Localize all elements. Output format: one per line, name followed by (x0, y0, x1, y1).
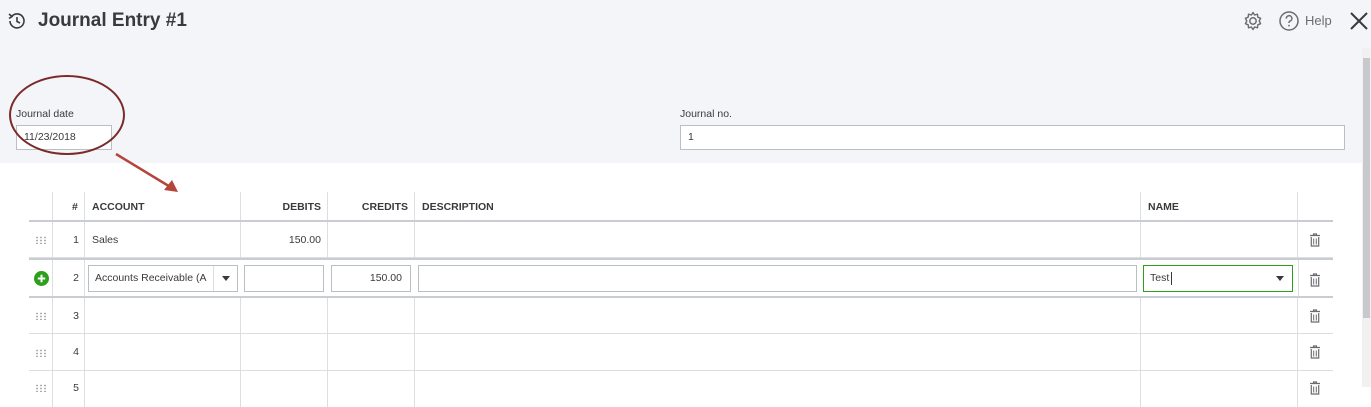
column-header-account: ACCOUNT (92, 201, 145, 213)
table-row[interactable]: 3 (29, 298, 1333, 334)
drag-handle-icon[interactable] (35, 312, 47, 320)
name-select[interactable]: Test (1143, 265, 1293, 292)
trash-icon[interactable] (1309, 381, 1321, 395)
trash-icon[interactable] (1309, 233, 1321, 247)
row-number: 2 (73, 272, 79, 284)
add-line-icon[interactable] (34, 271, 49, 286)
close-icon[interactable] (1347, 9, 1371, 33)
column-header-description: DESCRIPTION (422, 201, 494, 213)
annotation-circle (9, 75, 125, 155)
gear-icon[interactable] (1242, 10, 1264, 32)
table-row[interactable]: 5 (29, 371, 1333, 407)
column-header-credits: CREDITS (361, 201, 408, 213)
account-select[interactable]: Accounts Receivable (A (88, 265, 238, 292)
drag-handle-icon[interactable] (35, 236, 47, 244)
table-row-active[interactable]: 2 Accounts Receivable (A 150.00 Test (29, 258, 1333, 298)
trash-icon[interactable] (1309, 309, 1321, 323)
column-header-debits: DEBITS (282, 201, 321, 213)
table-row[interactable]: 4 (29, 334, 1333, 371)
debits-cell[interactable]: 150.00 (241, 234, 321, 246)
name-select-value: Test (1150, 272, 1170, 284)
column-header-number: # (72, 201, 78, 213)
debits-input[interactable] (244, 265, 324, 292)
drag-handle-icon[interactable] (35, 384, 47, 392)
help-link[interactable]: Help (1305, 13, 1332, 28)
account-select-value: Accounts Receivable (A (95, 272, 207, 284)
drag-handle-icon[interactable] (35, 349, 47, 357)
trash-icon[interactable] (1309, 345, 1321, 359)
row-number: 1 (73, 234, 79, 246)
text-cursor (1171, 272, 1172, 285)
journal-no-label: Journal no. (680, 108, 732, 120)
description-input[interactable] (418, 265, 1137, 292)
row-number: 5 (73, 382, 79, 394)
journal-no-field[interactable]: 1 (680, 125, 1345, 150)
table-row[interactable]: 1 Sales 150.00 (29, 222, 1333, 258)
scrollbar-thumb[interactable] (1363, 58, 1370, 318)
trash-icon[interactable] (1309, 273, 1321, 287)
row-number: 4 (73, 346, 79, 358)
column-header-name: NAME (1148, 201, 1179, 213)
chevron-down-icon[interactable] (222, 276, 230, 282)
credits-input-value: 150.00 (369, 272, 402, 284)
page-title: Journal Entry #1 (38, 10, 187, 31)
history-icon[interactable] (6, 10, 28, 32)
credits-input[interactable]: 150.00 (331, 265, 411, 292)
account-cell[interactable]: Sales (92, 234, 118, 246)
table-header-row: # ACCOUNT DEBITS CREDITS DESCRIPTION NAM… (29, 192, 1333, 222)
select-divider (213, 266, 214, 291)
help-icon[interactable] (1278, 10, 1300, 32)
row-number: 3 (73, 310, 79, 322)
chevron-down-icon[interactable] (1276, 276, 1284, 282)
